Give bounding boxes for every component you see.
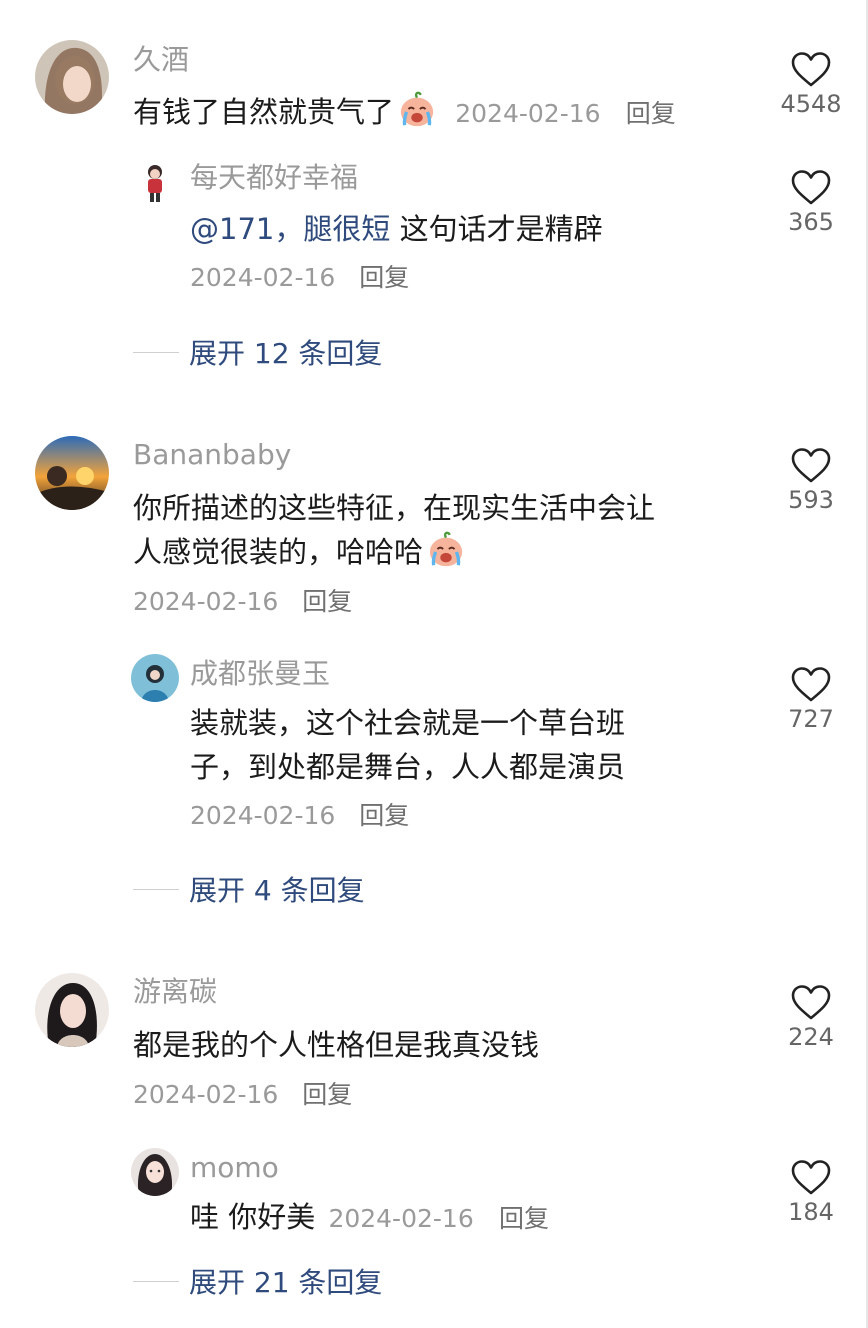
reply-text-body: 这句话才是精辟 bbox=[399, 212, 603, 246]
heart-icon bbox=[791, 985, 831, 1021]
like-count: 593 bbox=[788, 486, 834, 514]
comment-text: 有钱了自然就贵气了 2024-02-16 回复 bbox=[133, 90, 676, 136]
divider bbox=[133, 888, 179, 890]
avatar[interactable] bbox=[35, 973, 109, 1047]
username[interactable]: Bananbaby bbox=[133, 437, 291, 473]
divider bbox=[133, 1280, 179, 1282]
like-button[interactable]: 184 bbox=[776, 1160, 846, 1226]
crying-emoji-icon bbox=[427, 531, 465, 569]
comment-date: 2024-02-16 bbox=[133, 587, 279, 616]
comment-text-body: 人感觉很装的，哈哈哈 bbox=[133, 535, 424, 569]
reply-text: 哇 你好美 2024-02-16 回复 bbox=[190, 1195, 549, 1241]
avatar[interactable] bbox=[35, 436, 109, 510]
mention-link[interactable]: @171，腿很短 bbox=[190, 212, 390, 246]
reply-text-body: 哇 你好美 bbox=[190, 1200, 316, 1234]
reply-button[interactable]: 回复 bbox=[626, 99, 676, 128]
like-count: 365 bbox=[788, 208, 834, 236]
expand-replies-button[interactable]: 展开 12 条回复 bbox=[133, 332, 382, 372]
heart-icon bbox=[791, 1160, 831, 1196]
reply-button[interactable]: 回复 bbox=[302, 1080, 352, 1109]
like-count: 4548 bbox=[780, 90, 842, 118]
username[interactable]: 游离碳 bbox=[133, 974, 217, 1010]
reply-meta: 2024-02-16 回复 bbox=[190, 261, 409, 295]
like-button[interactable]: 593 bbox=[776, 448, 846, 514]
crying-emoji-icon bbox=[398, 91, 436, 129]
reply-button[interactable]: 回复 bbox=[359, 801, 409, 830]
like-button[interactable]: 4548 bbox=[776, 52, 846, 118]
username[interactable]: momo bbox=[190, 1150, 279, 1186]
reply-date: 2024-02-16 bbox=[190, 263, 336, 292]
heart-icon bbox=[791, 448, 831, 484]
avatar[interactable] bbox=[131, 158, 179, 206]
expand-replies-button[interactable]: 展开 21 条回复 bbox=[133, 1261, 382, 1301]
heart-icon bbox=[791, 667, 831, 703]
expand-replies-button[interactable]: 展开 4 条回复 bbox=[133, 869, 365, 909]
comment-text-line-2: 人感觉很装的，哈哈哈 bbox=[133, 530, 465, 574]
like-button[interactable]: 365 bbox=[776, 170, 846, 236]
like-button[interactable]: 224 bbox=[776, 985, 846, 1051]
comment-meta: 2024-02-16 回复 bbox=[133, 1078, 352, 1112]
reply-button[interactable]: 回复 bbox=[499, 1204, 549, 1233]
heart-icon bbox=[791, 170, 831, 206]
reply-button[interactable]: 回复 bbox=[359, 263, 409, 292]
username[interactable]: 久酒 bbox=[133, 42, 189, 78]
reply-text: @171，腿很短 这句话才是精辟 bbox=[190, 207, 603, 251]
reply-text-line-1: 装就装，这个社会就是一个草台班 bbox=[190, 706, 626, 740]
comment-meta: 2024-02-16 回复 bbox=[133, 585, 352, 619]
like-count: 224 bbox=[788, 1023, 834, 1051]
reply-date: 2024-02-16 bbox=[190, 801, 336, 830]
expand-replies-label: 展开 21 条回复 bbox=[189, 1266, 383, 1299]
like-count: 727 bbox=[788, 705, 834, 733]
expand-replies-label: 展开 12 条回复 bbox=[189, 337, 383, 370]
username[interactable]: 成都张曼玉 bbox=[190, 656, 330, 692]
reply-text-line-2: 子，到处都是舞台，人人都是演员 bbox=[190, 750, 626, 784]
comment-date: 2024-02-16 bbox=[133, 1080, 279, 1109]
divider bbox=[133, 351, 179, 353]
like-count: 184 bbox=[788, 1198, 834, 1226]
comment-text: 都是我的个人性格但是我真没钱 bbox=[133, 1028, 540, 1062]
like-button[interactable]: 727 bbox=[776, 667, 846, 733]
reply-meta: 2024-02-16 回复 bbox=[190, 799, 409, 833]
comment-text-line-1: 你所描述的这些特征，在现实生活中会让 bbox=[133, 491, 656, 525]
expand-replies-label: 展开 4 条回复 bbox=[189, 874, 365, 907]
comment-text-body: 有钱了自然就贵气了 bbox=[133, 95, 395, 129]
avatar[interactable] bbox=[35, 40, 109, 114]
avatar[interactable] bbox=[131, 654, 179, 702]
reply-date: 2024-02-16 bbox=[328, 1204, 474, 1233]
reply-button[interactable]: 回复 bbox=[302, 587, 352, 616]
heart-icon bbox=[791, 52, 831, 88]
avatar[interactable] bbox=[131, 1148, 179, 1196]
comment-date: 2024-02-16 bbox=[455, 99, 601, 128]
username[interactable]: 每天都好幸福 bbox=[190, 160, 358, 196]
